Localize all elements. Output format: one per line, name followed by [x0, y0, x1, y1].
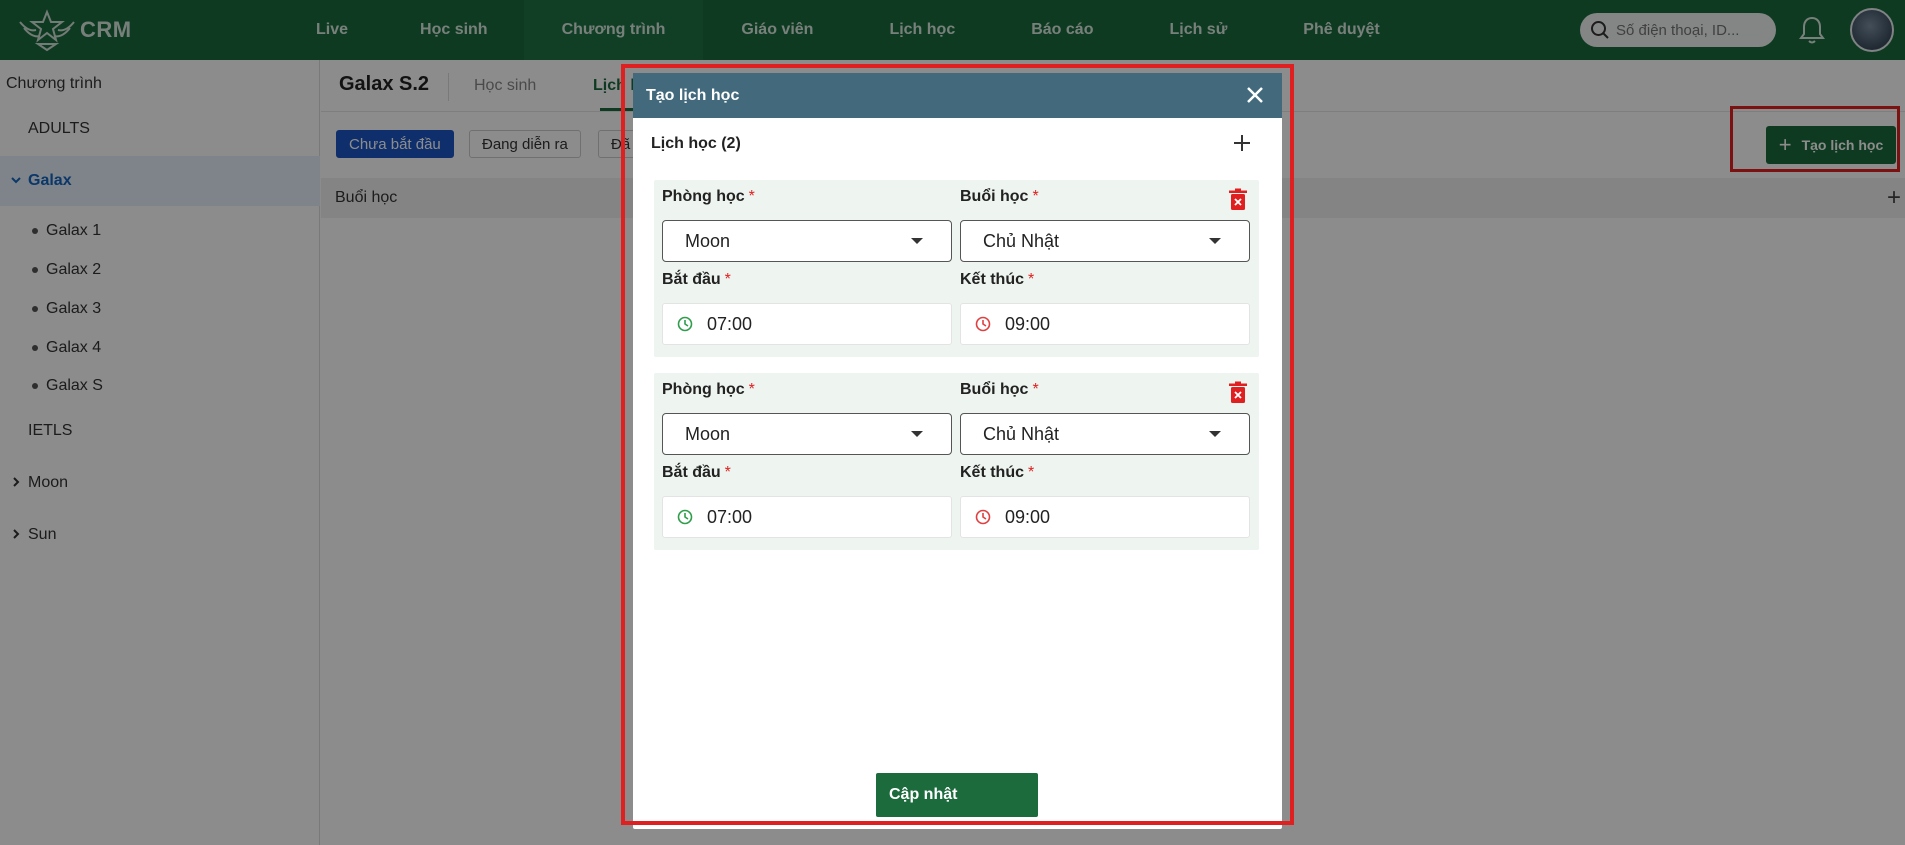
highlight-box [621, 64, 1294, 825]
